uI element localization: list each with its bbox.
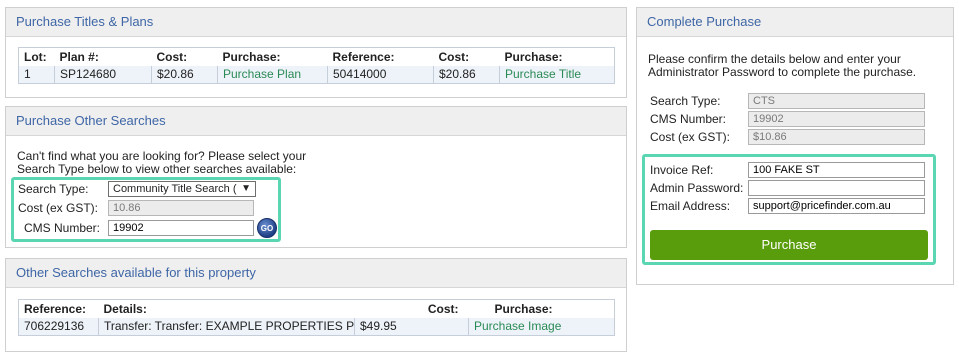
go-button[interactable]: GO	[257, 218, 277, 238]
available-table: Reference: Details: Cost: Purchase: 7062…	[18, 299, 615, 336]
purchase-plan-link[interactable]: Purchase Plan	[223, 67, 301, 81]
reference-cell: 50414000	[327, 65, 434, 84]
description-line-2: Administrator Password to complete the p…	[648, 65, 917, 79]
search-type-label: Search Type:	[650, 94, 721, 108]
search-type-selected: Community Title Search (	[113, 183, 237, 195]
go-button-label: GO	[260, 224, 274, 233]
cost-label: Cost (ex GST):	[18, 201, 99, 215]
title-cost-cell: $20.86	[433, 65, 500, 84]
col-purchase: Purchase:	[468, 299, 615, 318]
complete-purchase-panel: Complete Purchase Please confirm the det…	[636, 7, 954, 285]
col-plan: Plan #:	[54, 47, 152, 66]
admin-password-label: Admin Password:	[650, 181, 744, 195]
invoice-ref-input[interactable]	[748, 162, 925, 178]
available-searches-header: Other Searches available for this proper…	[6, 259, 626, 288]
search-type-label: Search Type:	[18, 182, 89, 196]
admin-password-input[interactable]	[748, 180, 925, 196]
other-searches-description: Can't find what you are looking for? Ple…	[17, 150, 306, 176]
plan-purchase-cell: Purchase Plan	[217, 65, 328, 84]
other-searches-header: Purchase Other Searches	[6, 107, 626, 136]
table-header-row: Lot: Plan #: Cost: Purchase: Reference: …	[18, 47, 615, 66]
table-header-row: Reference: Details: Cost: Purchase:	[18, 299, 615, 318]
complete-purchase-description: Please confirm the details below and ent…	[648, 53, 916, 79]
purchase-titles-panel: Purchase Titles & Plans Lot: Plan #: Cos…	[5, 7, 627, 98]
email-address-input[interactable]	[748, 198, 925, 214]
col-cost-2: Cost:	[433, 47, 500, 66]
table-row: 1 SP124680 $20.86 Purchase Plan 50414000…	[18, 65, 615, 84]
purchase-image-link[interactable]: Purchase Image	[474, 319, 561, 333]
col-purchase-2: Purchase:	[499, 47, 615, 66]
titles-table: Lot: Plan #: Cost: Purchase: Reference: …	[18, 47, 615, 84]
col-cost: Cost:	[354, 299, 469, 318]
cost-cell: $49.95	[354, 317, 469, 336]
details-cell: Transfer: Transfer: EXAMPLE PROPERTIES P…	[98, 317, 355, 336]
purchase-title-link[interactable]: Purchase Title	[505, 67, 581, 81]
complete-purchase-header: Complete Purchase	[637, 8, 953, 37]
cost-field	[748, 129, 925, 145]
purchase-button[interactable]: Purchase	[650, 230, 928, 260]
cms-number-input[interactable]	[108, 220, 254, 236]
description-line-2: Search Type below to view other searches…	[17, 162, 297, 176]
col-reference: Reference:	[327, 47, 434, 66]
purchase-button-label: Purchase	[761, 237, 817, 252]
search-type-field	[748, 93, 925, 109]
purchase-titles-header: Purchase Titles & Plans	[6, 8, 626, 37]
col-details: Details:	[98, 299, 355, 318]
invoice-ref-label: Invoice Ref:	[650, 163, 714, 177]
cms-number-label: CMS Number:	[650, 112, 727, 126]
search-type-select[interactable]: Community Title Search ( ▼	[108, 181, 256, 197]
table-row: 706229136 Transfer: Transfer: EXAMPLE PR…	[18, 317, 615, 336]
cost-field	[108, 200, 254, 216]
plan-cost-cell: $20.86	[151, 65, 218, 84]
col-lot: Lot:	[18, 47, 55, 66]
lot-cell: 1	[18, 65, 55, 84]
title-purchase-cell: Purchase Title	[499, 65, 615, 84]
purchase-cell: Purchase Image	[468, 317, 615, 336]
col-cost: Cost:	[151, 47, 218, 66]
plan-cell: SP124680	[54, 65, 152, 84]
col-reference: Reference:	[18, 299, 99, 318]
reference-cell: 706229136	[18, 317, 99, 336]
cms-number-label: CMS Number:	[24, 221, 101, 235]
other-searches-panel: Purchase Other Searches Can't find what …	[5, 106, 627, 248]
chevron-down-icon: ▼	[241, 183, 251, 194]
available-searches-panel: Other Searches available for this proper…	[5, 258, 627, 352]
col-purchase: Purchase:	[217, 47, 328, 66]
cms-number-field	[748, 111, 925, 127]
cost-label: Cost (ex GST):	[650, 130, 731, 144]
email-address-label: Email Address:	[650, 199, 731, 213]
